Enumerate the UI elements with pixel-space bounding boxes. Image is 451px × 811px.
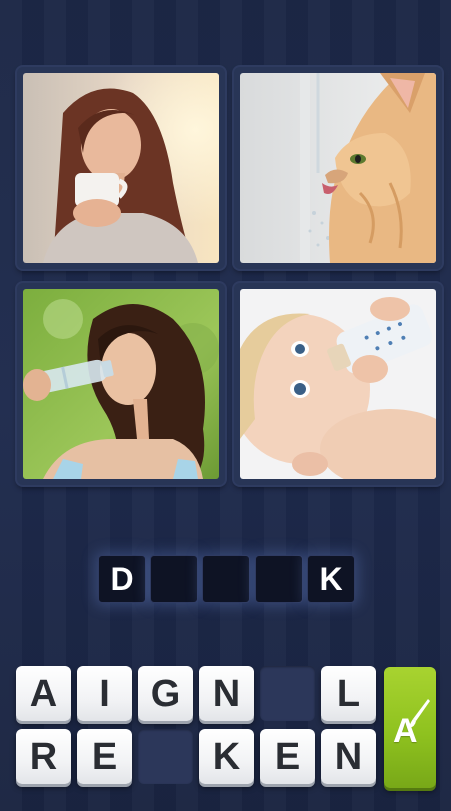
answer-slot-1[interactable]: D: [98, 555, 146, 603]
letter-key[interactable]: N: [199, 666, 254, 721]
picture-tile-3[interactable]: [17, 283, 225, 485]
picture-tile-2[interactable]: [234, 67, 442, 269]
letter-key[interactable]: E: [77, 729, 132, 784]
letter-key[interactable]: L: [321, 666, 376, 721]
letter-key[interactable]: R: [16, 729, 71, 784]
letter-key[interactable]: G: [138, 666, 193, 721]
picture-grid: [0, 0, 451, 500]
letter-key[interactable]: N: [321, 729, 376, 784]
answer-slot-2[interactable]: [150, 555, 198, 603]
answer-slot-5[interactable]: K: [307, 555, 355, 603]
cat-drinking-water-image: [240, 73, 436, 263]
empty-letter-key: [138, 729, 193, 784]
answer-slot-3[interactable]: [202, 555, 250, 603]
hint-button[interactable]: A: [384, 667, 436, 788]
picture-tile-4[interactable]: [234, 283, 442, 485]
woman-drinking-coffee-image: [23, 73, 219, 263]
letter-key[interactable]: K: [199, 729, 254, 784]
picture-tile-1[interactable]: [17, 67, 225, 269]
answer-row: D K: [0, 548, 451, 608]
baby-drinking-bottle-image: [240, 289, 436, 479]
brush-icon: [409, 699, 430, 728]
woman-drinking-bottle-image: [23, 289, 219, 479]
letter-key[interactable]: I: [77, 666, 132, 721]
empty-letter-key: [260, 666, 315, 721]
answer-slot-4[interactable]: [255, 555, 303, 603]
letter-key[interactable]: E: [260, 729, 315, 784]
letter-key[interactable]: A: [16, 666, 71, 721]
